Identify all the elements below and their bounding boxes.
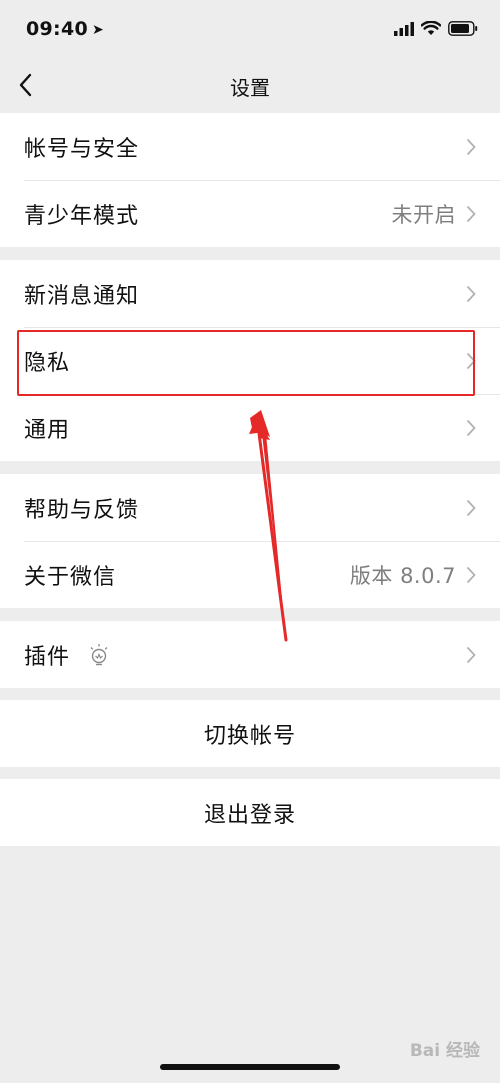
chevron-right-icon — [466, 499, 476, 516]
chevron-right-icon — [466, 646, 476, 663]
status-time: 09:40 ➤ — [26, 18, 105, 40]
settings-item-label: 关于微信 — [24, 564, 117, 590]
youth-mode-status: 未开启 — [391, 202, 456, 227]
settings-group-plugins: 插件 — [0, 621, 500, 688]
switch-account-button[interactable]: 切换帐号 — [0, 700, 500, 767]
watermark-logo: Bai 经验 — [409, 1041, 480, 1061]
logout-button[interactable]: 退出登录 — [0, 779, 500, 846]
settings-item-help-feedback[interactable]: 帮助与反馈 — [0, 474, 500, 541]
settings-group-account: 帐号与安全 青少年模式 未开启 — [0, 113, 500, 247]
settings-item-plugins[interactable]: 插件 — [0, 621, 500, 688]
settings-item-label: 青少年模式 — [24, 203, 140, 229]
settings-item-general[interactable]: 通用 — [0, 394, 500, 461]
chevron-right-icon — [466, 419, 476, 436]
settings-group-about: 帮助与反馈 关于微信 版本 8.0.7 — [0, 474, 500, 608]
chevron-right-icon — [466, 566, 476, 583]
chevron-right-icon — [466, 285, 476, 302]
status-bar: 09:40 ➤ — [0, 0, 500, 60]
settings-item-label: 新消息通知 — [24, 283, 140, 309]
settings-item-youth-mode[interactable]: 青少年模式 未开启 — [0, 180, 500, 247]
chevron-right-icon — [466, 205, 476, 222]
location-arrow-icon: ➤ — [91, 22, 105, 38]
status-icons — [394, 21, 478, 36]
settings-item-about-wechat[interactable]: 关于微信 版本 8.0.7 — [0, 541, 500, 608]
chevron-right-icon — [466, 138, 476, 155]
settings-item-label: 帮助与反馈 — [24, 497, 140, 523]
home-indicator — [160, 1064, 340, 1070]
lightbulb-icon — [90, 643, 108, 665]
page-title: 设置 — [230, 76, 270, 100]
logout-group: 退出登录 — [0, 779, 500, 846]
settings-item-notifications[interactable]: 新消息通知 — [0, 260, 500, 327]
settings-item-label: 通用 — [24, 417, 71, 443]
privacy-highlight-box — [17, 330, 475, 396]
nav-bar: 设置 — [0, 60, 500, 112]
settings-item-account-security[interactable]: 帐号与安全 — [0, 113, 500, 180]
settings-item-label: 插件 — [24, 644, 71, 670]
wifi-icon — [421, 21, 441, 35]
version-value: 版本 8.0.7 — [349, 563, 456, 588]
switch-account-group: 切换帐号 — [0, 700, 500, 767]
settings-item-label: 帐号与安全 — [24, 136, 140, 162]
battery-icon — [448, 21, 478, 36]
cellular-signal-icon — [394, 21, 414, 36]
